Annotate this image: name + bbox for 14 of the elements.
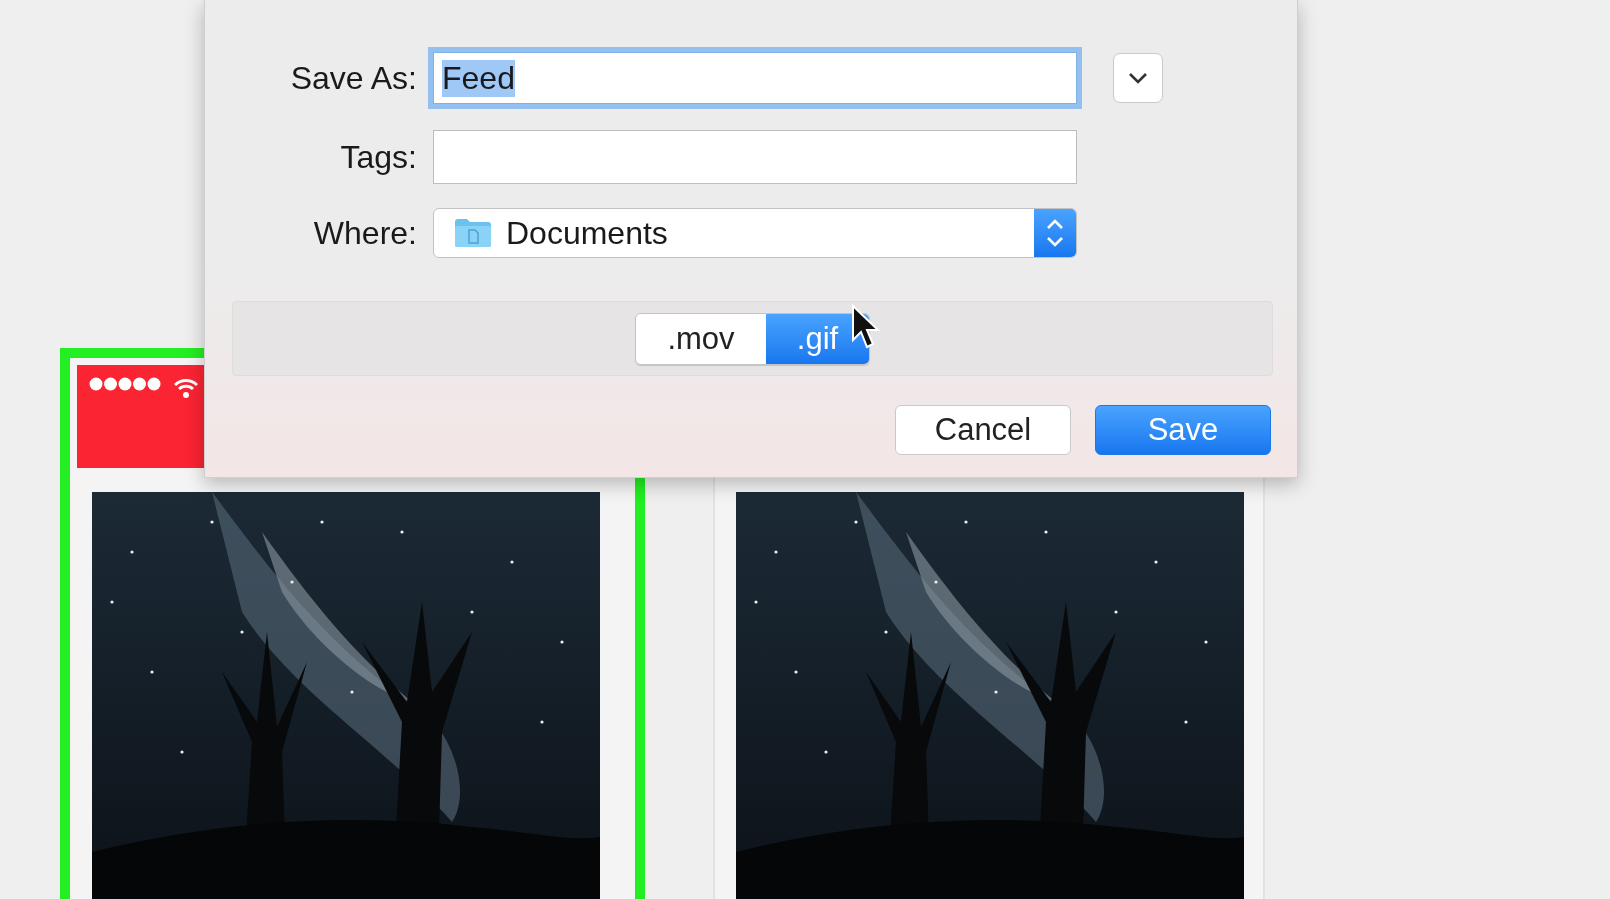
expand-button[interactable] [1113,53,1163,103]
folder-icon [454,218,492,248]
wifi-icon [173,377,199,399]
format-option[interactable]: .mov [636,313,766,364]
stepper-icon [1045,217,1065,249]
field-label: Where: [312,214,417,252]
dialog-button[interactable]: Cancel [895,405,1071,455]
location-popup[interactable]: Documents [433,208,1077,258]
field-label: Tags: [339,138,417,176]
field-label: Save As: [289,59,417,97]
signal-icon [89,377,161,391]
text-field[interactable] [433,130,1077,184]
chevron-down-icon [1128,72,1148,84]
cursor-icon [851,304,881,350]
